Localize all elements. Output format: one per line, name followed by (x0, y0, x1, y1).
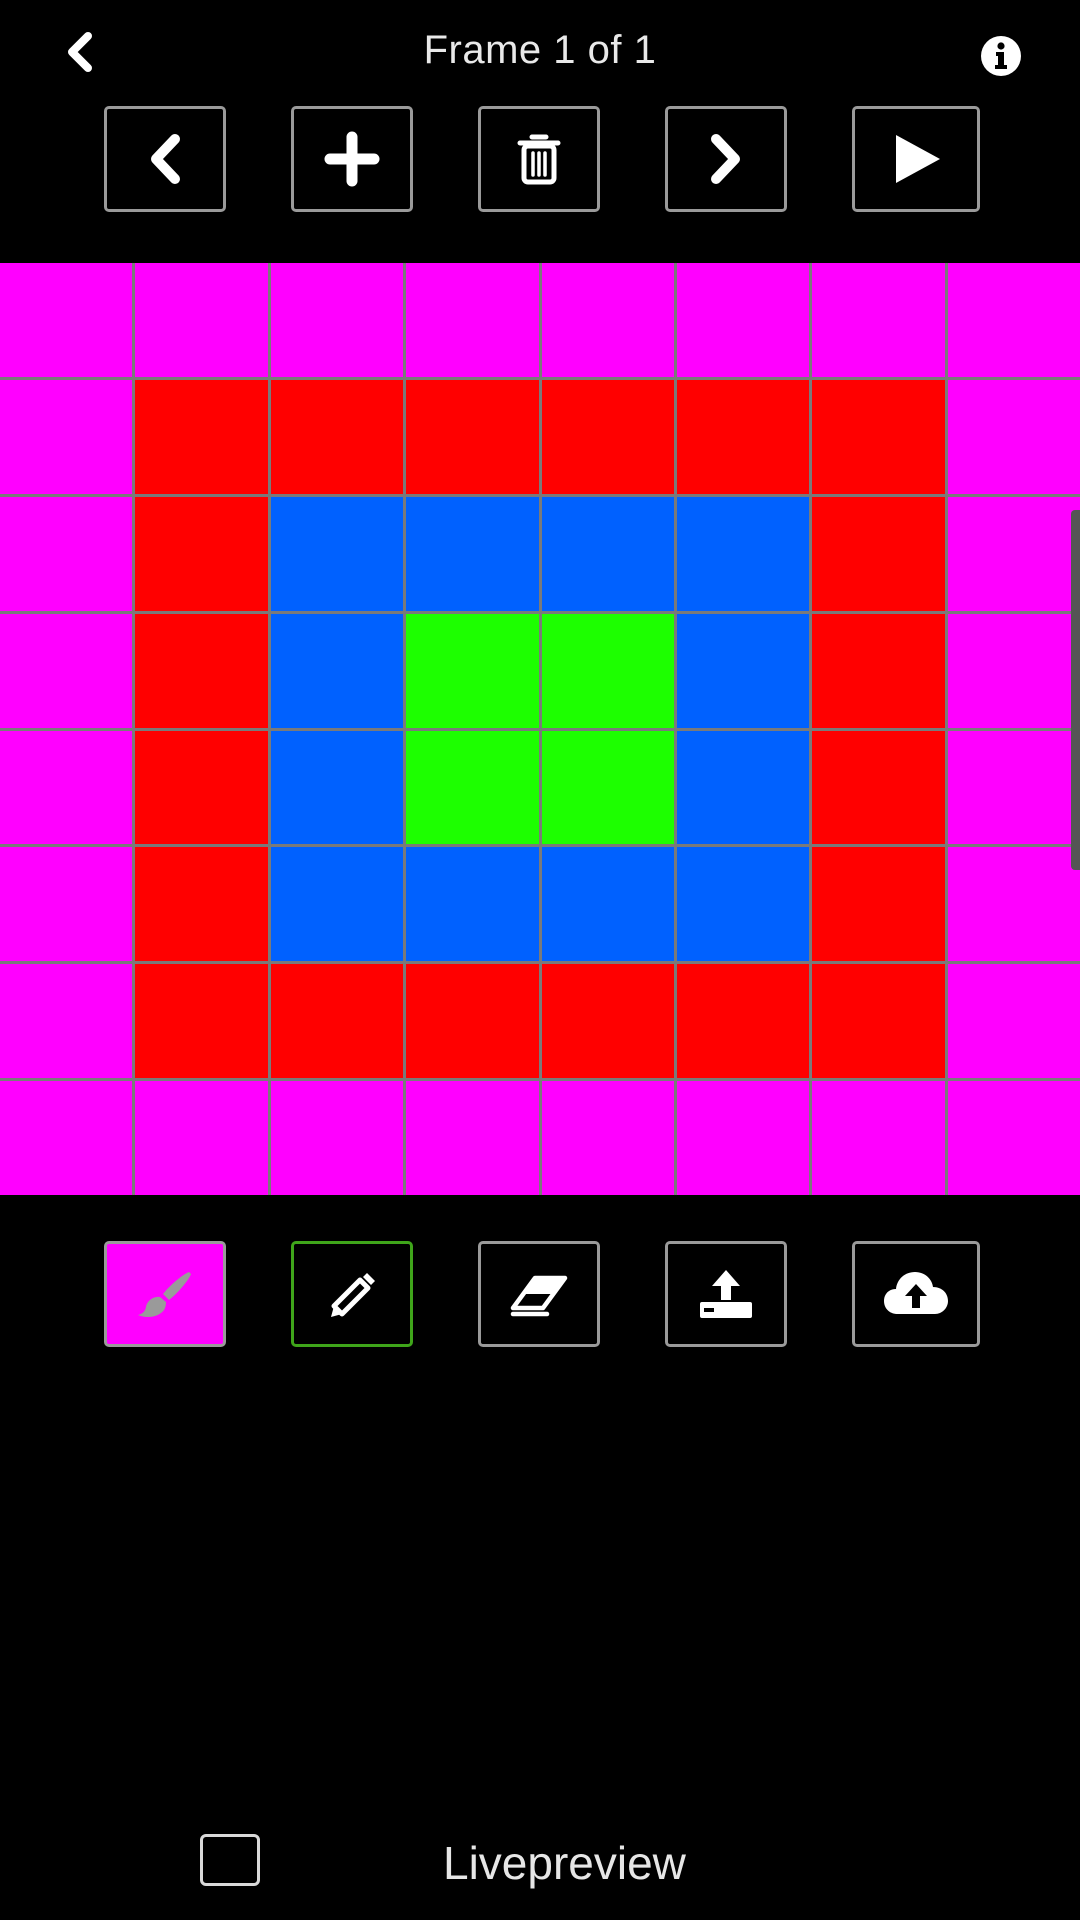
cloud-upload-icon (884, 1272, 948, 1314)
app-header: Frame 1 of 1 (0, 0, 1080, 110)
pixel-cell[interactable] (676, 496, 810, 611)
pixel-cell[interactable] (135, 1081, 268, 1195)
brush-color-button[interactable] (104, 1241, 226, 1347)
pixel-cell[interactable] (270, 847, 404, 962)
cloud-upload-button[interactable] (852, 1241, 980, 1347)
pixel-cell[interactable] (0, 1081, 133, 1195)
pixel-cell[interactable] (0, 964, 133, 1079)
pixel-cell[interactable] (812, 964, 945, 1079)
brush-icon (138, 1272, 191, 1318)
pixel-cell[interactable] (135, 730, 268, 845)
info-icon (981, 36, 1021, 76)
eraser-tool-button[interactable] (478, 1241, 600, 1347)
pixel-cell[interactable] (947, 263, 1080, 377)
pixel-cell[interactable] (812, 730, 945, 845)
pixel-cell[interactable] (406, 730, 539, 845)
pixel-cell[interactable] (0, 730, 133, 845)
pixel-cell[interactable] (812, 379, 945, 494)
pixel-cell[interactable] (135, 263, 268, 377)
pixel-cell[interactable] (270, 730, 404, 845)
upload-button[interactable] (665, 1241, 787, 1347)
pixel-cell[interactable] (135, 496, 268, 611)
pixel-cell[interactable] (0, 379, 133, 494)
pixel-cell[interactable] (812, 263, 945, 377)
pixel-cell[interactable] (947, 613, 1080, 728)
prev-frame-button[interactable] (104, 106, 226, 212)
pixel-cell[interactable] (812, 1081, 945, 1195)
trash-icon (517, 134, 561, 185)
pixel-cell[interactable] (676, 379, 810, 494)
eraser-icon (510, 1275, 568, 1317)
pencil-tool-button[interactable] (291, 1241, 413, 1347)
pixel-cell[interactable] (406, 847, 539, 962)
pixel-cell[interactable] (812, 847, 945, 962)
pixel-cell[interactable] (676, 263, 810, 377)
chevron-left-icon (151, 134, 180, 184)
pixel-cell[interactable] (270, 964, 404, 1079)
pixel-cell[interactable] (541, 613, 674, 728)
pixel-cell[interactable] (676, 964, 810, 1079)
pixel-cell[interactable] (270, 263, 404, 377)
pixel-cell[interactable] (135, 964, 268, 1079)
pixel-cell[interactable] (0, 613, 133, 728)
pixel-cell[interactable] (135, 379, 268, 494)
pixel-cell[interactable] (270, 379, 404, 494)
pixel-cell[interactable] (541, 730, 674, 845)
livepreview-row: Livepreview (0, 1830, 1080, 1900)
pixel-cell[interactable] (947, 379, 1080, 494)
pixel-cell[interactable] (676, 1081, 810, 1195)
play-icon (896, 135, 940, 183)
pixel-cell[interactable] (812, 496, 945, 611)
pixel-cell[interactable] (135, 847, 268, 962)
pixel-cell[interactable] (947, 730, 1080, 845)
pixel-cell[interactable] (0, 263, 133, 377)
pixel-cell[interactable] (947, 964, 1080, 1079)
pixel-cell[interactable] (406, 379, 539, 494)
pixel-cell[interactable] (406, 613, 539, 728)
info-button[interactable] (975, 30, 1027, 82)
pixel-cell[interactable] (406, 496, 539, 611)
pixel-cell[interactable] (0, 847, 133, 962)
frame-toolbar (0, 106, 1080, 216)
play-button[interactable] (852, 106, 980, 212)
tool-toolbar (0, 1241, 1080, 1351)
pixel-cell[interactable] (541, 263, 674, 377)
pixel-cell[interactable] (812, 613, 945, 728)
pixel-cell[interactable] (270, 496, 404, 611)
pixel-cell[interactable] (676, 613, 810, 728)
livepreview-label: Livepreview (443, 1837, 686, 1889)
side-scroll-handle[interactable] (1071, 510, 1080, 870)
pixel-cell[interactable] (947, 847, 1080, 962)
pixel-cell[interactable] (541, 496, 674, 611)
pixel-cell[interactable] (270, 1081, 404, 1195)
upload-icon (700, 1270, 752, 1318)
page-title: Frame 1 of 1 (423, 28, 657, 72)
pixel-cell[interactable] (0, 496, 133, 611)
pencil-icon (331, 1273, 375, 1317)
pixel-cell[interactable] (676, 847, 810, 962)
delete-frame-button[interactable] (478, 106, 600, 212)
pixel-cell[interactable] (541, 847, 674, 962)
pixel-cell[interactable] (406, 964, 539, 1079)
pixel-cell[interactable] (947, 1081, 1080, 1195)
pixel-cell[interactable] (947, 496, 1080, 611)
pixel-cell[interactable] (135, 613, 268, 728)
pixel-canvas[interactable] (0, 263, 1080, 1195)
pixel-cell[interactable] (541, 379, 674, 494)
chevron-right-icon (711, 134, 740, 184)
pixel-cell[interactable] (406, 1081, 539, 1195)
plus-icon (324, 131, 380, 187)
add-frame-button[interactable] (291, 106, 413, 212)
pixel-cell[interactable] (676, 730, 810, 845)
livepreview-checkbox[interactable] (200, 1834, 260, 1886)
pixel-cell[interactable] (270, 613, 404, 728)
next-frame-button[interactable] (665, 106, 787, 212)
pixel-cell[interactable] (541, 964, 674, 1079)
pixel-cell[interactable] (406, 263, 539, 377)
pixel-cell[interactable] (541, 1081, 674, 1195)
